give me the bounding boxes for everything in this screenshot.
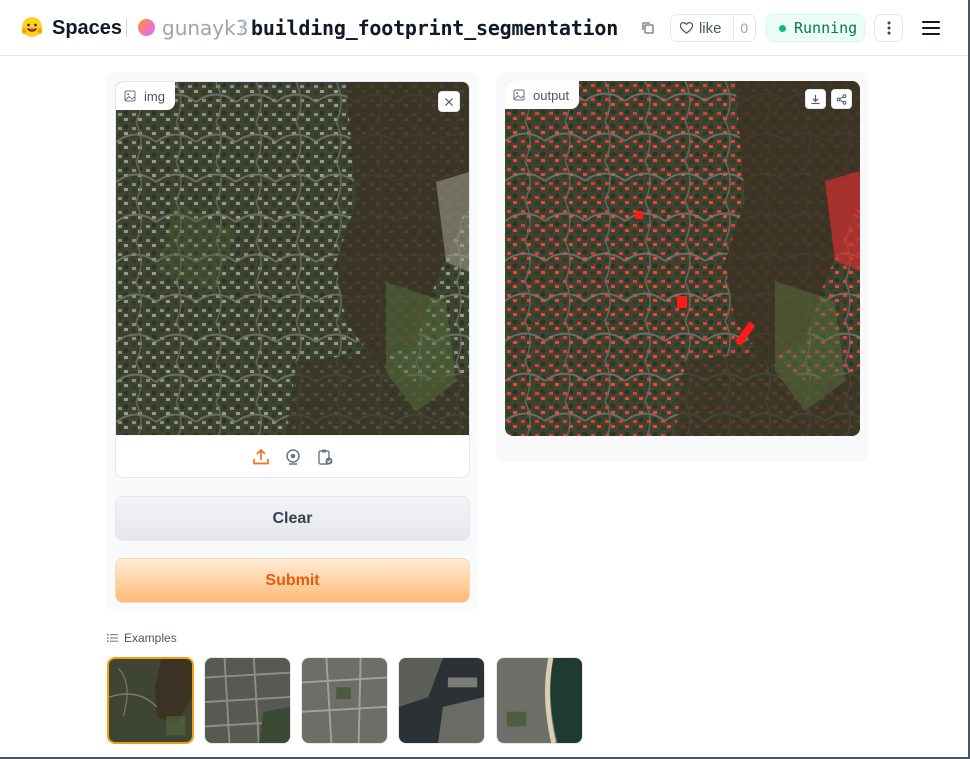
example-thumbnail-5[interactable]	[496, 657, 583, 744]
like-button[interactable]: like 0	[670, 14, 756, 42]
status-dot-icon	[779, 24, 786, 32]
examples-header: Examples	[107, 630, 177, 646]
top-bar: Spaces gunayk3 / building_footprint_segm…	[0, 0, 970, 56]
more-options-button[interactable]	[874, 14, 903, 42]
example-thumbnail-4[interactable]	[398, 657, 485, 744]
repo-name-link[interactable]: building_footprint_segmentation	[251, 15, 618, 41]
remove-image-button[interactable]	[438, 91, 460, 112]
clipboard-icon[interactable]	[316, 448, 334, 466]
path-separator: /	[240, 17, 246, 39]
example-thumbnail-2[interactable]	[204, 657, 291, 744]
close-icon	[445, 97, 453, 106]
image-icon	[124, 90, 136, 102]
input-label: img	[116, 82, 175, 110]
status-label: Running	[794, 19, 858, 37]
like-label: like	[698, 19, 722, 37]
examples-label: Examples	[124, 631, 177, 645]
input-image[interactable]	[116, 82, 469, 435]
hugging-face-logo-icon[interactable]	[20, 15, 44, 39]
share-button[interactable]	[831, 89, 852, 109]
example-thumbnail-3[interactable]	[301, 657, 388, 744]
status-badge[interactable]: Running	[766, 14, 865, 42]
input-label-text: img	[144, 88, 165, 104]
image-input[interactable]: img	[115, 81, 470, 478]
menu-icon[interactable]	[921, 19, 941, 37]
image-icon	[513, 89, 525, 101]
divider	[126, 19, 127, 37]
owner-avatar[interactable]	[138, 19, 155, 36]
example-thumbnail-1[interactable]	[107, 657, 194, 744]
webcam-icon[interactable]	[284, 448, 302, 466]
clear-button[interactable]: Clear	[115, 496, 470, 541]
owner-link[interactable]: gunayk3	[162, 15, 248, 41]
download-icon	[811, 94, 820, 104]
like-count: 0	[732, 15, 755, 41]
heart-icon	[679, 21, 694, 34]
spaces-link[interactable]: Spaces	[52, 16, 122, 40]
share-icon	[836, 93, 847, 105]
submit-button[interactable]: Submit	[115, 558, 470, 603]
output-label: output	[505, 81, 580, 109]
output-label-text: output	[533, 87, 570, 103]
kebab-icon	[887, 21, 890, 35]
source-selector	[116, 435, 469, 477]
output-image: output	[505, 81, 860, 436]
download-button[interactable]	[805, 89, 826, 109]
copy-icon[interactable]	[640, 20, 656, 36]
upload-icon[interactable]	[252, 448, 270, 466]
list-icon	[107, 634, 118, 642]
